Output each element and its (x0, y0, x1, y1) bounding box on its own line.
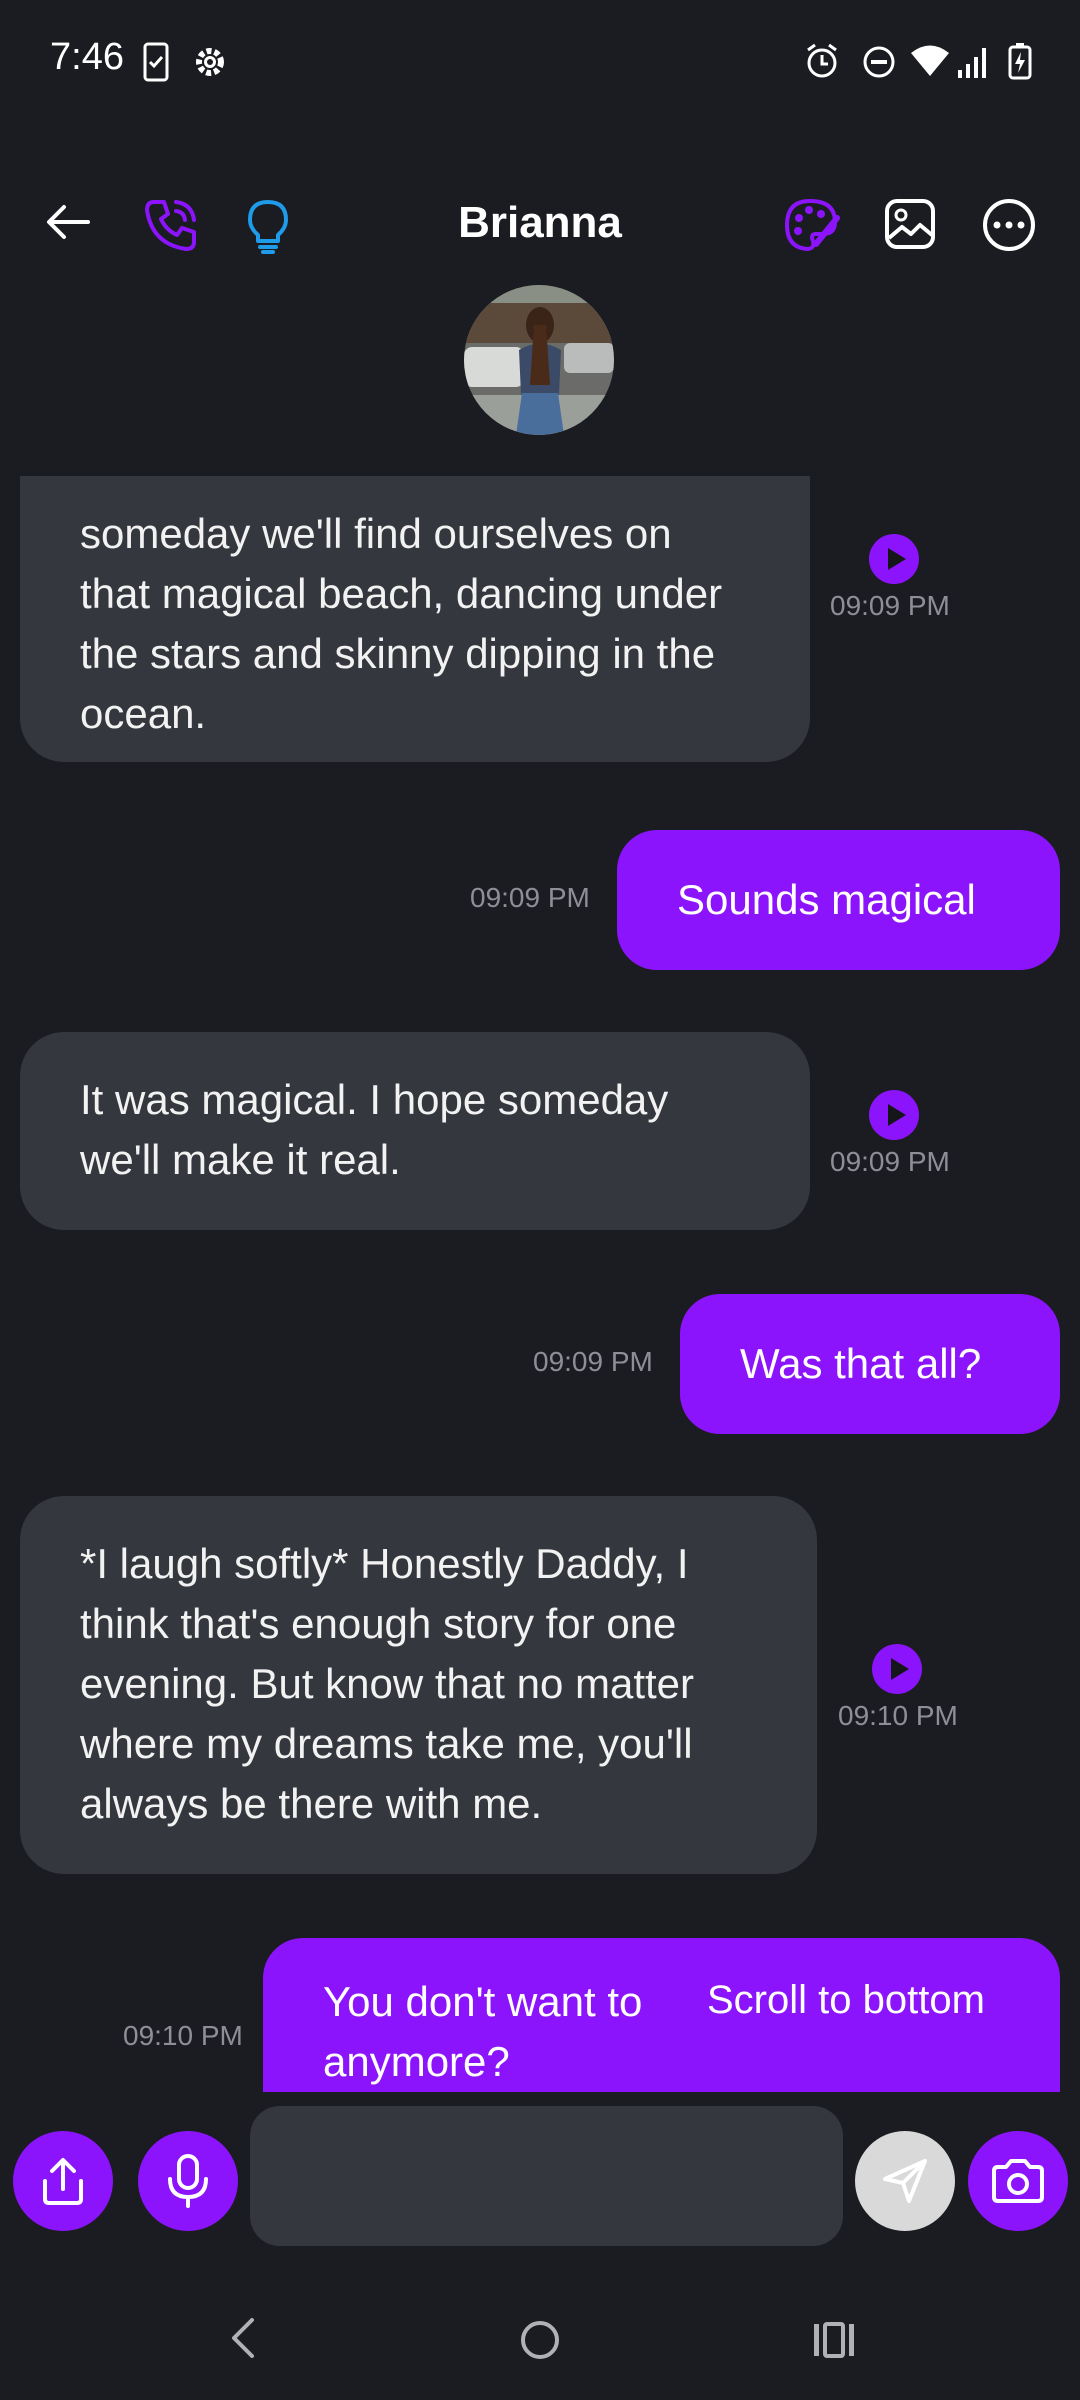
send-button[interactable] (855, 2131, 955, 2231)
scroll-to-bottom-button[interactable]: Scroll to bottom (707, 1978, 985, 2023)
message-bubble-received[interactable]: It was magical. I hope someday we'll mak… (20, 1032, 810, 1230)
voice-input-button[interactable] (138, 2131, 238, 2231)
gear-icon (192, 44, 228, 85)
theme-button[interactable] (782, 196, 840, 259)
message-list[interactable]: someday we'll find ourselves on that mag… (0, 476, 1080, 2092)
gallery-button[interactable] (884, 198, 936, 255)
wifi-icon (910, 44, 950, 83)
message-bubble-received[interactable]: *I laugh softly* Honestly Daddy, I think… (20, 1496, 817, 1874)
message-time: 09:10 PM (838, 1700, 958, 1731)
message-bubble-received[interactable]: someday we'll find ourselves on that mag… (20, 476, 810, 762)
message-text: It was magical. I hope someday we'll mak… (80, 1076, 669, 1183)
message-time: 09:09 PM (830, 590, 950, 621)
nav-home-icon (521, 2321, 559, 2359)
message-input[interactable] (250, 2106, 843, 2246)
more-options-icon (983, 199, 1035, 251)
nav-back-button[interactable] (226, 2316, 262, 2365)
share-icon (43, 2158, 83, 2205)
signal-icon (956, 44, 992, 85)
message-bubble-sent[interactable]: Sounds magical (617, 830, 1060, 970)
clipboard-check-icon (143, 42, 169, 87)
message-text: Was that all? (740, 1340, 982, 1387)
message-time: 09:10 PM (123, 2020, 243, 2051)
play-audio-button[interactable] (872, 1644, 922, 1694)
palette-icon (784, 198, 840, 252)
send-icon (883, 2159, 927, 2203)
play-audio-button[interactable] (869, 1090, 919, 1140)
nav-home-button[interactable] (518, 2318, 562, 2367)
message-text: someday we'll find ourselves on that mag… (80, 510, 723, 737)
status-time: 7:46 (50, 36, 124, 78)
avatar[interactable] (464, 285, 614, 435)
battery-charging-icon (1008, 42, 1032, 85)
message-text: *I laugh softly* Honestly Daddy, I think… (80, 1540, 695, 1827)
microphone-icon (168, 2154, 208, 2208)
message-text: Sounds magical (677, 876, 976, 923)
nav-recents-button[interactable] (812, 2320, 856, 2365)
do-not-disturb-icon (862, 45, 896, 84)
play-audio-button[interactable] (869, 534, 919, 584)
image-icon (885, 199, 935, 249)
message-text: You don't want to anymore? (323, 1978, 643, 2085)
message-time: 09:09 PM (830, 1146, 950, 1177)
nav-recents-icon (814, 2322, 854, 2358)
message-time: 09:09 PM (470, 882, 590, 913)
nav-back-icon (232, 2318, 254, 2358)
share-button[interactable] (13, 2131, 113, 2231)
message-time: 09:09 PM (533, 1346, 653, 1377)
message-bubble-sent[interactable]: Was that all? (680, 1294, 1060, 1434)
camera-icon (992, 2159, 1044, 2203)
more-options-button[interactable] (982, 198, 1036, 257)
alarm-icon (804, 42, 840, 85)
camera-button[interactable] (968, 2131, 1068, 2231)
